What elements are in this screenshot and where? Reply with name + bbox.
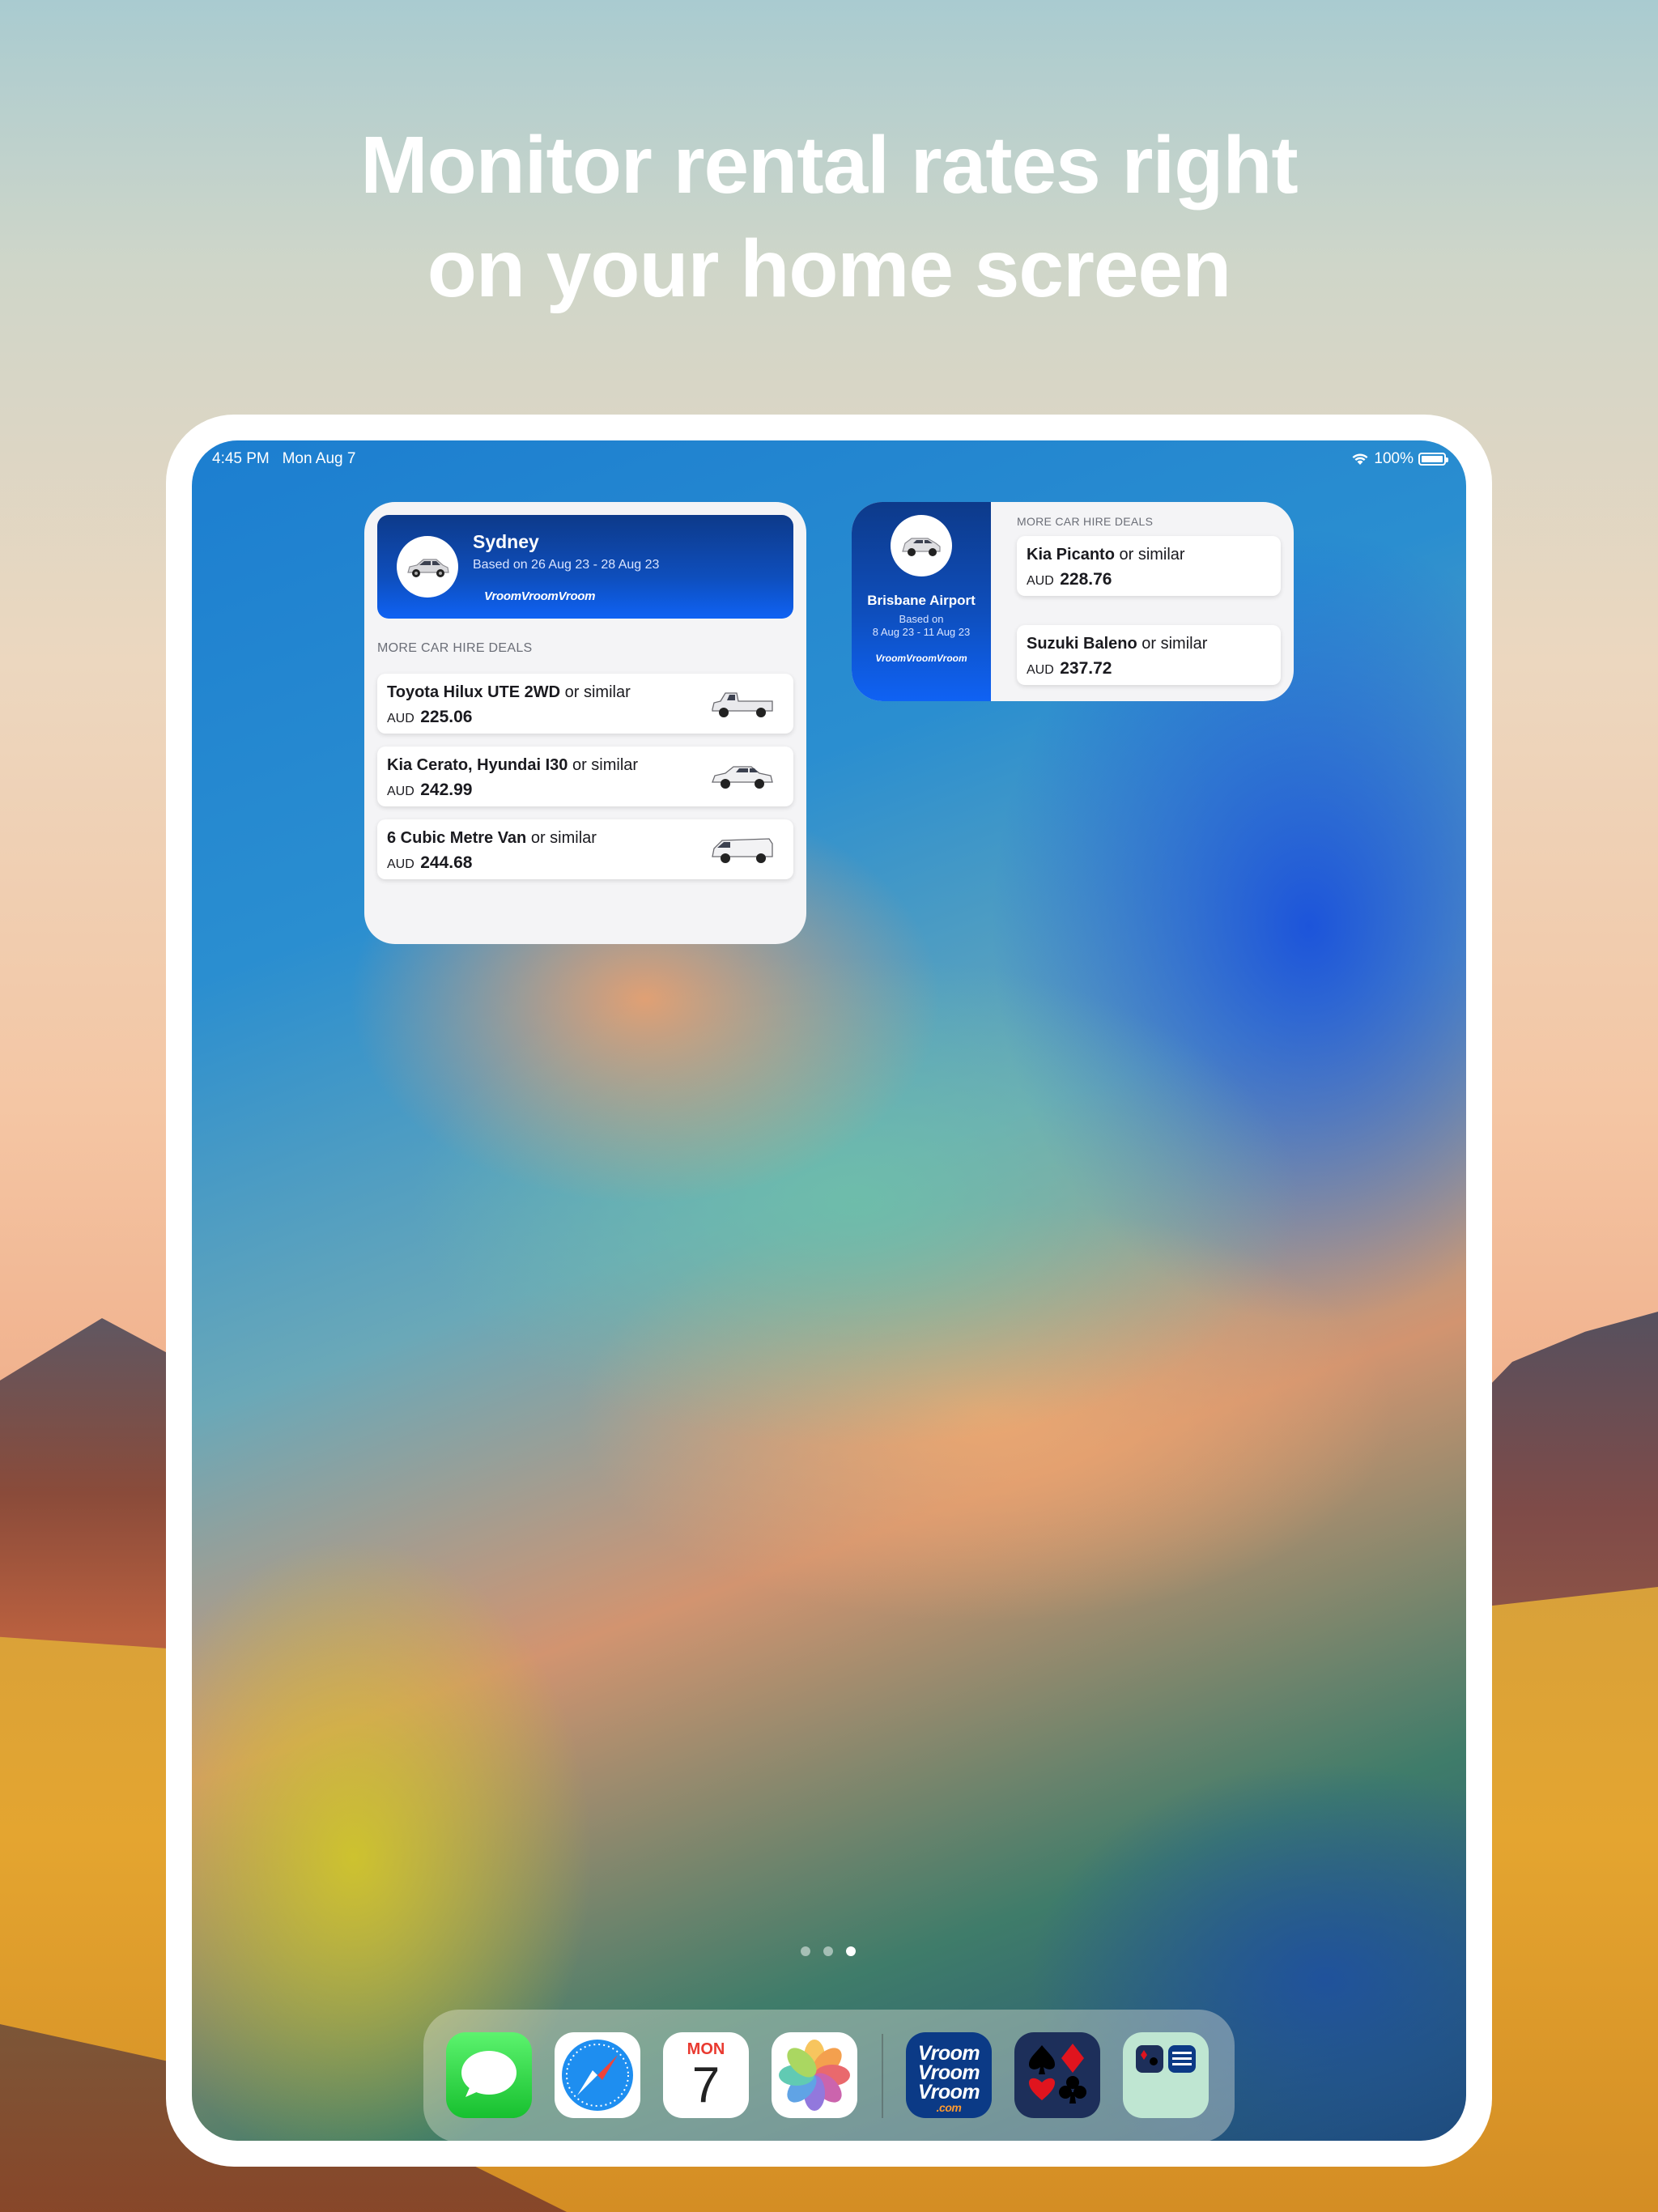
ipad-frame: 4:45 PM Mon Aug 7 100% Sydney Based on 2…: [166, 415, 1492, 2167]
deal-row-cubic-van[interactable]: 6 Cubic Metre Van or similar AUD 244.68: [377, 819, 793, 879]
page-dot-1[interactable]: [801, 1946, 810, 1956]
page-indicator[interactable]: [801, 1946, 856, 1956]
battery-percent: 100%: [1374, 450, 1414, 467]
vroom-logo: Vroom Vroom Vroom .com: [917, 2042, 980, 2114]
deal-price: AUD 242.99: [387, 781, 473, 799]
speech-bubble-icon: [461, 2051, 517, 2097]
compass-icon: [562, 2040, 633, 2111]
car-icon: [902, 538, 941, 556]
brisbane-side-panel[interactable]: Brisbane Airport Based on 8 Aug 23 - 11 …: [852, 502, 991, 701]
card-suits-icon: [1029, 2044, 1086, 2104]
car-avatar: [891, 515, 952, 576]
deal-price: AUD 237.72: [1027, 659, 1112, 678]
section-label: MORE CAR HIRE DEALS: [1017, 515, 1154, 528]
status-bar: 4:45 PM Mon Aug 7 100%: [192, 440, 1466, 476]
brisbane-based-on: Based on: [899, 613, 944, 625]
status-right: 100%: [1351, 450, 1448, 468]
status-date: Mon Aug 7: [282, 450, 356, 467]
wifi-icon: [1352, 453, 1368, 465]
home-screen: 4:45 PM Mon Aug 7 100% Sydney Based on 2…: [192, 440, 1466, 2141]
status-time: 4:45 PM: [212, 450, 270, 467]
sydney-dates: Based on 26 Aug 23 - 28 Aug 23: [473, 558, 660, 572]
deal-name: Kia Picanto or similar: [1027, 546, 1185, 564]
vroomvroomvroom-app-icon[interactable]: Vroom Vroom Vroom .com: [906, 2032, 992, 2118]
deal-row-toyota-hilux[interactable]: Toyota Hilux UTE 2WD or similar AUD 225.…: [377, 674, 793, 734]
status-time-date: 4:45 PM Mon Aug 7: [212, 450, 355, 468]
page-dot-3[interactable]: [846, 1946, 856, 1956]
sydney-widget[interactable]: Sydney Based on 26 Aug 23 - 28 Aug 23 Vr…: [364, 502, 806, 944]
headline-line-2: on your home screen: [427, 223, 1231, 314]
deal-price: AUD 228.76: [1027, 570, 1112, 589]
ute-icon: [712, 692, 773, 717]
brisbane-widget[interactable]: Brisbane Airport Based on 8 Aug 23 - 11 …: [852, 502, 1294, 701]
deal-price: AUD 225.06: [387, 708, 473, 726]
messages-app-icon[interactable]: [446, 2032, 532, 2118]
deal-row-kia-cerato[interactable]: Kia Cerato, Hyundai I30 or similar AUD 2…: [377, 747, 793, 806]
headline: Monitor rental rates right on your home …: [0, 113, 1658, 321]
deal-row-kia-picanto[interactable]: Kia Picanto or similar AUD 228.76: [1017, 536, 1281, 596]
deal-name: Kia Cerato, Hyundai I30 or similar: [387, 756, 639, 774]
deal-name: 6 Cubic Metre Van or similar: [387, 829, 597, 847]
van-icon: [712, 838, 773, 863]
brand-logo: VroomVroomVroom: [875, 653, 967, 664]
safari-app-icon[interactable]: [555, 2032, 640, 2118]
brand-logo: VroomVroomVroom: [484, 589, 596, 603]
car-icon: [407, 559, 449, 577]
deal-price: AUD 244.68: [387, 853, 473, 872]
dock: MON 7 Vroom Vroom Vroom .com: [423, 2010, 1235, 2141]
deal-name: Suzuki Baleno or similar: [1027, 635, 1208, 653]
sydney-city: Sydney: [473, 531, 539, 552]
deal-name: Toyota Hilux UTE 2WD or similar: [387, 683, 631, 701]
section-label: MORE CAR HIRE DEALS: [377, 641, 533, 655]
battery-icon: [1418, 453, 1448, 466]
card-game-app-icon[interactable]: [1014, 2032, 1100, 2118]
car-avatar: [397, 536, 458, 598]
photos-app-icon[interactable]: [772, 2032, 857, 2118]
sedan-icon: [712, 766, 773, 789]
brisbane-dates: 8 Aug 23 - 11 Aug 23: [872, 626, 971, 638]
page-dot-2[interactable]: [823, 1946, 833, 1956]
deal-row-suzuki-baleno[interactable]: Suzuki Baleno or similar AUD 237.72: [1017, 625, 1281, 685]
calendar-date: 7: [691, 2057, 721, 2113]
dock-divider: [882, 2034, 883, 2118]
folder-contents-icon: [1136, 2045, 1196, 2073]
brisbane-city: Brisbane Airport: [867, 593, 976, 608]
sydney-hero-card[interactable]: Sydney Based on 26 Aug 23 - 28 Aug 23 Vr…: [377, 515, 793, 619]
calendar-app-icon[interactable]: MON 7: [663, 2032, 749, 2118]
app-folder-icon[interactable]: [1123, 2032, 1209, 2118]
headline-line-1: Monitor rental rates right: [360, 120, 1298, 211]
flower-icon: [779, 2040, 850, 2111]
